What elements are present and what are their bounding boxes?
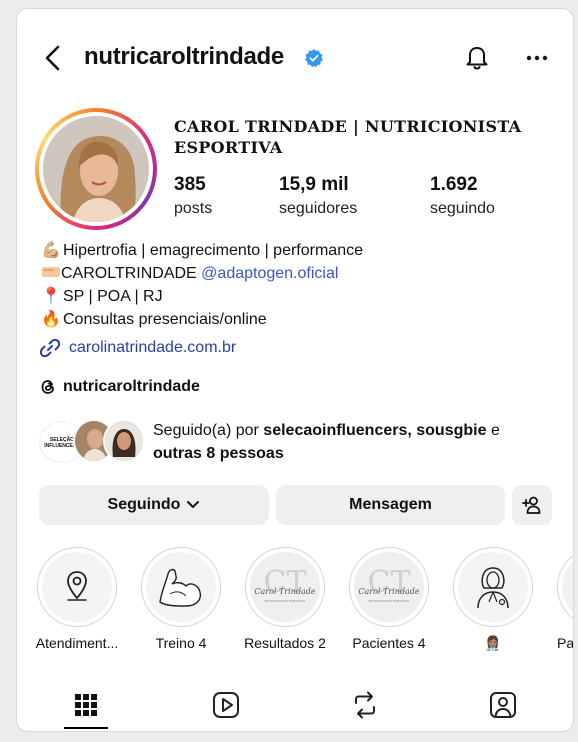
followed-by-row[interactable]: SELEÇÃO INFLUENCERS Seguido(a) por selec…	[39, 419, 559, 467]
highlight-treino[interactable]: Treino 4	[131, 547, 231, 651]
bio-coupon-text: CAROLTRINDADE	[61, 265, 202, 282]
bio-line-text: Hipertrofia | emagrecimento | performanc…	[63, 242, 363, 259]
highlight-ring	[557, 547, 573, 627]
bio-line: CAROLTRINDADE @adaptogen.oficial	[41, 262, 363, 285]
avatar	[43, 116, 149, 222]
profile-card: nutricaroltrindade CAROL TRINDADE | NUTR…	[16, 8, 574, 732]
highlight-label: Pac	[557, 635, 574, 651]
stat-following-value: 1.692	[430, 174, 478, 195]
highlight-label: Treino 4	[155, 635, 207, 651]
highlight-ring: CT Carol Trindade NUTRICIONISTA ESPORTIV…	[245, 547, 325, 627]
fire-emoji: 🔥	[41, 311, 61, 328]
message-button[interactable]: Mensagem	[276, 485, 505, 525]
follower-avatar-third	[103, 419, 145, 463]
flexed-arm-icon	[146, 552, 216, 622]
profile-full-name: CAROL TRINDADE | NUTRICIONISTA ESPORTIVA	[174, 117, 522, 157]
chevron-down-icon	[187, 501, 200, 508]
stat-posts[interactable]: 385 posts	[174, 174, 212, 222]
highlight-partial[interactable]: Pac	[547, 547, 574, 651]
follower-avatar-image	[105, 421, 143, 461]
bio: 💪🏼 Hipertrofia | emagrecimento | performa…	[41, 239, 363, 331]
story-highlights: Atendiment... Treino 4 CT Carol Trindade…	[25, 547, 574, 667]
message-button-label: Mensagem	[349, 496, 432, 513]
highlight-atendimento[interactable]: Atendiment...	[27, 547, 127, 651]
highlight-label: Atendiment...	[35, 635, 119, 651]
stat-posts-value: 385	[174, 174, 206, 195]
bio-line: 📍 SP | POA | RJ	[41, 285, 363, 308]
highlight-resultados[interactable]: CT Carol Trindade NUTRICIONISTA ESPORTIV…	[235, 547, 335, 651]
highlight-ring	[453, 547, 533, 627]
more-options-icon[interactable]	[525, 53, 549, 63]
highlight-ring	[37, 547, 117, 627]
followed-by-prefix: Seguido(a) por	[153, 422, 264, 439]
threads-icon	[41, 380, 54, 394]
ct-logo-icon: CT Carol Trindade NUTRICIONISTA ESPORTIV…	[250, 552, 320, 622]
bio-line: 🔥 Consultas presenciais/online	[41, 308, 363, 331]
stat-followers-label: seguidores	[279, 200, 358, 217]
ct-logo-icon: CT Carol Trindade NUTRICIONISTA ESPORTIV…	[354, 552, 424, 622]
highlight-ring: CT Carol Trindade NUTRICIONISTA ESPORTIV…	[349, 547, 429, 627]
tab-reposts-icon[interactable]	[347, 687, 383, 723]
highlight-pacientes[interactable]: CT Carol Trindade NUTRICIONISTA ESPORTIV…	[339, 547, 439, 651]
location-pin-icon	[42, 552, 112, 622]
stat-posts-label: posts	[174, 200, 213, 217]
coupon-tag-icon	[42, 267, 60, 277]
website-link[interactable]: carolinatrindade.com.br	[39, 337, 236, 359]
ct-logo-script: Carol Trindade	[254, 587, 316, 596]
highlight-label: 👩🏽‍⚕️	[484, 635, 502, 651]
following-button-label: Seguindo	[107, 496, 181, 513]
followed-by-text: Seguido(a) por selecaoinfluencers, sousg…	[153, 419, 553, 465]
ct-logo-script: Carol Trindade	[358, 587, 420, 596]
bio-line: 💪🏼 Hipertrofia | emagrecimento | performa…	[41, 239, 363, 262]
website-link-text: carolinatrindade.com.br	[69, 339, 237, 356]
bell-icon[interactable]	[462, 42, 492, 72]
highlight-cover	[146, 552, 216, 622]
ct-logo-subtitle: NUTRICIONISTA ESPORTIVA	[369, 599, 411, 603]
back-arrow-icon[interactable]	[39, 43, 69, 73]
highlight-cover	[42, 552, 112, 622]
verified-badge-icon	[305, 49, 323, 67]
following-button[interactable]: Seguindo	[39, 485, 269, 525]
highlight-cover: CT Carol Trindade NUTRICIONISTA ESPORTIV…	[250, 552, 320, 622]
avatar-border	[39, 112, 153, 226]
doctor-icon	[458, 552, 528, 622]
bio-line-text: Consultas presenciais/online	[63, 311, 267, 328]
highlight-cover	[458, 552, 528, 622]
highlight-ring	[141, 547, 221, 627]
followed-by-suffix: e	[486, 422, 500, 439]
location-pin-emoji: 📍	[41, 288, 61, 305]
tab-tagged-icon[interactable]	[485, 687, 521, 723]
stat-following[interactable]: 1.692 seguindo	[430, 174, 495, 222]
highlight-cover	[562, 552, 573, 622]
highlight-label: Resultados 2	[244, 635, 326, 651]
followed-by-names: selecaoinfluencers, sousgbie	[263, 422, 487, 439]
add-person-icon	[522, 496, 541, 514]
stat-following-label: seguindo	[430, 200, 495, 217]
threads-username: nutricaroltrindade	[63, 378, 200, 395]
suggest-people-button[interactable]	[512, 485, 552, 525]
tab-reels-play-icon[interactable]	[208, 687, 244, 723]
link-chain-icon	[39, 338, 61, 358]
bio-line-text: SP | POA | RJ	[63, 288, 163, 305]
avatar-portrait-image	[43, 116, 149, 222]
ct-logo-subtitle: NUTRICIONISTA ESPORTIVA	[265, 599, 307, 603]
highlight-label: Pacientes 4	[352, 635, 426, 651]
bio-mention-link[interactable]: @adaptogen.oficial	[201, 265, 338, 282]
flexed-biceps-emoji: 💪🏼	[41, 242, 61, 259]
highlight-doctor[interactable]: 👩🏽‍⚕️	[443, 547, 543, 652]
stat-followers-value: 15,9 mil	[279, 174, 349, 195]
stat-followers[interactable]: 15,9 mil seguidores	[279, 174, 357, 222]
top-bar: nutricaroltrindade	[17, 39, 573, 79]
threads-badge[interactable]: nutricaroltrindade	[39, 376, 200, 398]
header-username: nutricaroltrindade	[84, 43, 284, 70]
tab-posts-grid-icon[interactable]	[68, 687, 104, 723]
followed-by-others: outras 8 pessoas	[153, 445, 284, 462]
profile-avatar-story-ring[interactable]	[35, 108, 157, 230]
active-tab-indicator	[64, 727, 108, 729]
profile-tabs	[17, 679, 573, 731]
highlight-cover: CT Carol Trindade NUTRICIONISTA ESPORTIV…	[354, 552, 424, 622]
